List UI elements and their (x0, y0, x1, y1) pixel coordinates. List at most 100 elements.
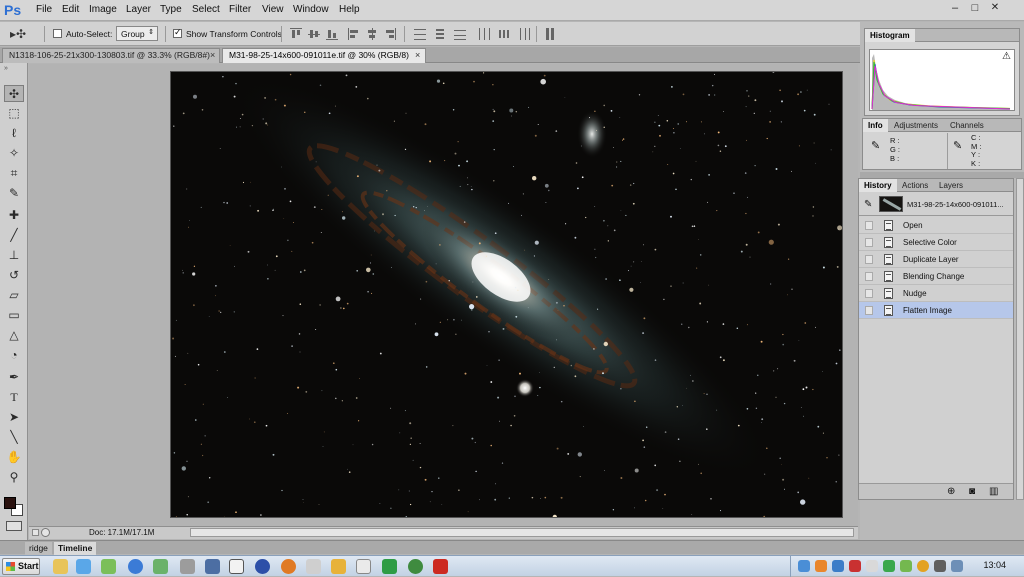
tab-timeline[interactable]: Timeline (54, 542, 96, 555)
app-icon[interactable] (382, 559, 397, 574)
document-image[interactable] (170, 71, 843, 518)
align-vcenter-icon[interactable] (308, 28, 320, 40)
zoom-tool-icon[interactable]: ⚲ (4, 469, 24, 486)
tray-icon[interactable] (815, 560, 827, 572)
app-icon[interactable] (281, 559, 296, 574)
history-state-row[interactable]: Blending Change (859, 268, 1013, 285)
history-source-checkbox[interactable] (865, 272, 873, 281)
show-transform-checkbox[interactable] (173, 29, 182, 38)
tab-layers[interactable]: Layers (934, 179, 968, 192)
pen-tool-icon[interactable]: ✒ (4, 369, 24, 386)
history-state-row[interactable]: Open (859, 217, 1013, 234)
menu-image[interactable]: Image (89, 4, 117, 15)
brush-tool-icon[interactable]: ╱ (4, 227, 24, 244)
tray-icon[interactable] (832, 560, 844, 572)
app-icon[interactable] (331, 559, 346, 574)
horizontal-scrollbar[interactable] (190, 528, 854, 537)
quick-select-tool-icon[interactable]: ✧ (4, 145, 24, 162)
history-snapshot-row[interactable]: ✎ M31-98-25-14x600-091011... (859, 194, 1013, 216)
tab-history[interactable]: History (859, 179, 897, 192)
history-source-checkbox[interactable] (865, 289, 873, 298)
tab-actions[interactable]: Actions (897, 179, 933, 192)
healing-brush-tool-icon[interactable]: ✚ (4, 207, 24, 224)
line-tool-icon[interactable]: ╲ (4, 429, 24, 446)
new-document-from-state-icon[interactable]: ⊕ (947, 486, 955, 497)
history-source-checkbox[interactable] (865, 238, 873, 247)
tab-document-m31[interactable]: M31-98-25-14x600-091011e.tif @ 30% (RGB/… (222, 48, 426, 63)
app-icon[interactable] (101, 559, 116, 574)
close-icon[interactable]: × (415, 49, 420, 62)
collapse-icon[interactable]: » (4, 65, 8, 72)
maximize-button[interactable]: □ (966, 1, 984, 15)
history-state-row[interactable]: Nudge (859, 285, 1013, 302)
volume-icon[interactable] (934, 560, 946, 572)
crop-tool-icon[interactable]: ⌗ (4, 165, 24, 182)
eyedropper-tool-icon[interactable]: ✎ (4, 185, 24, 202)
app-icon[interactable] (356, 559, 371, 574)
trash-icon[interactable]: ▥ (989, 486, 998, 497)
clock[interactable]: 13:04 (983, 560, 1006, 570)
hand-tool-icon[interactable]: ✋ (4, 449, 24, 466)
distribute-top-icon[interactable] (414, 28, 426, 40)
menu-type[interactable]: Type (160, 4, 182, 15)
history-state-row[interactable]: Selective Color (859, 234, 1013, 251)
history-source-checkbox[interactable] (865, 255, 873, 264)
tray-icon[interactable] (866, 560, 878, 572)
gradient-tool-icon[interactable]: ▭ (4, 307, 24, 324)
group-select[interactable]: Group ⇕ (116, 26, 158, 41)
tray-icon[interactable] (917, 560, 929, 572)
panel-scrollbar[interactable] (1016, 178, 1024, 500)
history-state-row-selected[interactable]: Flatten Image (859, 302, 1013, 319)
app-icon[interactable] (408, 559, 423, 574)
browser-icon[interactable] (76, 559, 91, 574)
app-icon[interactable] (255, 559, 270, 574)
explorer-icon[interactable] (53, 559, 68, 574)
status-options-icon[interactable] (41, 528, 50, 537)
align-left-icon[interactable] (348, 28, 360, 40)
app-icon[interactable] (153, 559, 168, 574)
tray-icon[interactable] (900, 560, 912, 572)
history-brush-tool-icon[interactable]: ↺ (4, 267, 24, 284)
photoshop-task-icon[interactable] (229, 559, 244, 574)
minimize-button[interactable]: – (946, 1, 964, 15)
marquee-tool-icon[interactable]: ⬚ (4, 105, 24, 122)
tab-channels[interactable]: Channels (945, 119, 989, 132)
camera-icon[interactable]: ◙ (969, 486, 975, 497)
align-hcenter-icon[interactable] (366, 28, 378, 40)
close-icon[interactable]: × (210, 49, 215, 62)
network-icon[interactable] (951, 560, 963, 572)
tray-icon[interactable] (798, 560, 810, 572)
distribute-bottom-icon[interactable] (454, 28, 466, 40)
menu-filter[interactable]: Filter (229, 4, 251, 15)
quick-mask-icon[interactable] (6, 521, 22, 531)
status-menu-icon[interactable] (32, 529, 39, 536)
clone-stamp-tool-icon[interactable]: ⊥ (4, 247, 24, 264)
align-top-icon[interactable] (290, 28, 302, 40)
type-tool-icon[interactable]: T (4, 389, 24, 406)
history-source-checkbox[interactable] (865, 221, 873, 230)
globe-icon[interactable] (128, 559, 143, 574)
distribute-hcenter-icon[interactable] (498, 28, 510, 40)
pdf-icon[interactable] (433, 559, 448, 574)
tab-adjustments[interactable]: Adjustments (889, 119, 943, 132)
move-tool-icon[interactable]: ✣ (4, 85, 24, 102)
history-state-row[interactable]: Duplicate Layer (859, 251, 1013, 268)
menu-help[interactable]: Help (339, 4, 360, 15)
eraser-tool-icon[interactable]: ▱ (4, 287, 24, 304)
start-button[interactable]: Start (2, 558, 40, 575)
distribute-right-icon[interactable] (518, 28, 530, 40)
tray-icon[interactable] (849, 560, 861, 572)
app-icon[interactable] (306, 559, 321, 574)
lasso-tool-icon[interactable]: ℓ (4, 125, 24, 142)
align-bottom-icon[interactable] (326, 28, 338, 40)
auto-align-layers-icon[interactable] (545, 28, 557, 40)
menu-window[interactable]: Window (293, 4, 329, 15)
app-icon[interactable] (180, 559, 195, 574)
move-tool-icon[interactable]: ▸✣ (10, 27, 26, 41)
distribute-left-icon[interactable] (478, 28, 490, 40)
distribute-vcenter-icon[interactable] (434, 28, 446, 40)
foreground-color-swatch-front[interactable] (4, 497, 16, 509)
menu-edit[interactable]: Edit (62, 4, 79, 15)
menu-layer[interactable]: Layer (126, 4, 151, 15)
tray-icon[interactable] (883, 560, 895, 572)
